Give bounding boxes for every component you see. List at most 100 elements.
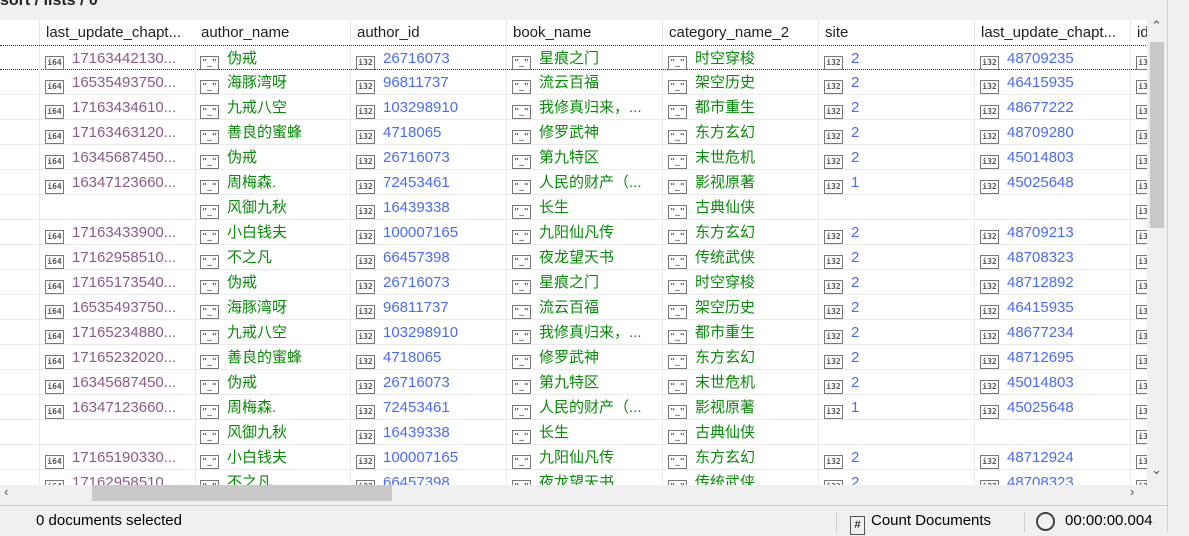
row-gutter[interactable] <box>0 170 40 195</box>
table-row[interactable]: i6417162958510..."_"不之凡i3266457398"_"夜龙望… <box>0 245 1147 270</box>
table-cell[interactable]: i32 2 <box>819 295 975 320</box>
horizontal-scrollbar[interactable]: ‹ › <box>0 484 1147 501</box>
results-grid[interactable]: last_update_chapt... author_name author_id… <box>0 20 1147 485</box>
row-gutter[interactable] <box>0 395 40 420</box>
row-gutter[interactable] <box>0 370 40 395</box>
column-header[interactable]: last_update_chapt... <box>40 20 196 45</box>
table-cell[interactable]: i32 2 <box>819 95 975 120</box>
table-cell[interactable]: "_" 流云百福 <box>507 70 663 95</box>
table-cell[interactable]: i32 <box>1131 320 1147 345</box>
table-cell[interactable]: "_" 流云百福 <box>507 295 663 320</box>
table-cell[interactable]: i32 <box>1131 470 1147 485</box>
table-cell[interactable]: i64 16345687450... <box>40 145 196 170</box>
table-cell[interactable]: "_" 古典仙侠 <box>663 420 819 445</box>
table-cell[interactable]: "_" 时空穿梭 <box>663 46 819 71</box>
table-cell[interactable]: i32 46415935 <box>975 70 1131 95</box>
table-cell[interactable]: i32 2 <box>819 46 975 71</box>
table-cell[interactable]: "_" 第九特区 <box>507 370 663 395</box>
table-cell[interactable]: "_" 第九特区 <box>507 145 663 170</box>
table-cell[interactable]: "_" 人民的财产（... <box>507 395 663 420</box>
table-cell[interactable]: i32 2 <box>819 345 975 370</box>
table-cell[interactable]: i32 <box>1131 120 1147 145</box>
table-cell[interactable]: i64 17163442130... <box>40 46 196 71</box>
table-row[interactable]: "_" 风御九秋 i32 16439338 "_" 长生 "_" 古典仙侠 i32 <box>0 420 1147 445</box>
scroll-up-icon[interactable]: ⌃ <box>1151 18 1162 34</box>
table-cell[interactable]: "_" 修罗武神 <box>507 120 663 145</box>
row-gutter[interactable] <box>0 245 40 270</box>
row-gutter[interactable] <box>0 20 40 45</box>
table-cell[interactable]: i32 48712892 <box>975 270 1131 295</box>
table-cell[interactable]: "_" 影视原著 <box>663 395 819 420</box>
table-row[interactable]: i64 17163433900... "_" 小白钱夫 i32 100007165 "_" 九… <box>0 220 1147 245</box>
table-row[interactable]: i6417162958510..."_"不之凡i3266457398"_"夜龙望… <box>0 470 1147 485</box>
table-cell[interactable]: i32 1 <box>819 170 975 195</box>
table-cell[interactable]: "_"夜龙望天书 <box>507 470 663 485</box>
table-cell[interactable]: i32 48677222 <box>975 95 1131 120</box>
table-cell[interactable]: i32 2 <box>819 120 975 145</box>
table-cell[interactable]: i32 45014803 <box>975 370 1131 395</box>
table-cell[interactable]: "_" 东方玄幻 <box>663 445 819 470</box>
table-cell[interactable]: i3266457398 <box>351 470 507 485</box>
table-cell[interactable]: i32 2 <box>819 370 975 395</box>
table-cell[interactable] <box>975 195 1131 220</box>
table-cell[interactable]: i32 <box>1131 445 1147 470</box>
table-cell[interactable]: i32 <box>1131 220 1147 245</box>
table-cell[interactable]: "_" 九阳仙凡传 <box>507 445 663 470</box>
table-cell[interactable]: i32 45025648 <box>975 170 1131 195</box>
scroll-down-icon[interactable]: ⌄ <box>1151 462 1162 478</box>
table-cell[interactable]: "_" 东方玄幻 <box>663 120 819 145</box>
table-cell[interactable]: i64 17163434610... <box>40 95 196 120</box>
table-cell[interactable]: i64 17165232020... <box>40 345 196 370</box>
table-cell[interactable]: i32 4718065 <box>351 120 507 145</box>
table-cell[interactable]: i32 <box>1131 420 1147 445</box>
table-cell[interactable]: i64 16345687450... <box>40 370 196 395</box>
table-row[interactable]: "_" 风御九秋 i32 16439338 "_" 长生 "_" 古典仙侠 i32 <box>0 195 1147 220</box>
row-gutter[interactable] <box>0 420 40 445</box>
table-cell[interactable]: "_" 周梅森. <box>195 395 351 420</box>
table-cell[interactable]: "_" 长生 <box>507 195 663 220</box>
table-cell[interactable]: i32 26716073 <box>351 270 507 295</box>
table-cell[interactable]: "_" 我修真归来，... <box>507 95 663 120</box>
table-cell[interactable]: "_" 传统武侠 <box>663 245 819 270</box>
table-cell[interactable]: i32 48709235 <box>975 46 1131 71</box>
table-cell[interactable]: i32 46415935 <box>975 295 1131 320</box>
table-cell[interactable]: "_" 我修真归来，... <box>507 320 663 345</box>
table-cell[interactable]: i32 100007165 <box>351 445 507 470</box>
table-cell[interactable]: "_" 善良的蜜蜂 <box>195 120 351 145</box>
table-cell[interactable]: i32 48677234 <box>975 320 1131 345</box>
table-cell[interactable]: "_" 人民的财产（... <box>507 170 663 195</box>
table-cell[interactable]: i32 <box>1131 295 1147 320</box>
table-cell[interactable]: i32 26716073 <box>351 145 507 170</box>
table-cell[interactable]: "_"夜龙望天书 <box>507 245 663 270</box>
row-gutter[interactable] <box>0 345 40 370</box>
table-cell[interactable]: i32 16439338 <box>351 420 507 445</box>
table-cell[interactable]: i3248708323 <box>975 245 1131 270</box>
table-cell[interactable]: "_" 都市重生 <box>663 320 819 345</box>
row-gutter[interactable] <box>0 445 40 470</box>
table-row[interactable]: i64 17163442130... "_" 伪戒 i32 26716073 "_" 星痕之门… <box>0 45 1147 71</box>
table-cell[interactable] <box>819 195 975 220</box>
table-row[interactable]: i64 17163434610... "_" 九戒八空 i32 103298910 "_" 我… <box>0 95 1147 120</box>
table-cell[interactable]: "_" 风御九秋 <box>195 195 351 220</box>
table-cell[interactable] <box>40 420 196 445</box>
table-cell[interactable]: i32 103298910 <box>351 95 507 120</box>
row-gutter[interactable] <box>0 295 40 320</box>
table-cell[interactable]: "_" 东方玄幻 <box>663 220 819 245</box>
table-cell[interactable]: "_" 伪戒 <box>195 270 351 295</box>
table-cell[interactable]: i32 2 <box>819 145 975 170</box>
table-cell[interactable]: i3266457398 <box>351 245 507 270</box>
table-cell[interactable]: i64 17165234880... <box>40 320 196 345</box>
table-cell[interactable]: "_" 善良的蜜蜂 <box>195 345 351 370</box>
table-row[interactable]: i64 17165232020... "_" 善良的蜜蜂 i32 4718065 "_" 修罗… <box>0 345 1147 370</box>
table-cell[interactable]: i32 <box>1131 245 1147 270</box>
table-cell[interactable]: i32 <box>1131 345 1147 370</box>
table-cell[interactable]: i6417162958510... <box>40 470 196 485</box>
table-cell[interactable] <box>819 420 975 445</box>
table-cell[interactable]: i32 <box>1131 70 1147 95</box>
table-cell[interactable]: i32 2 <box>819 245 975 270</box>
column-header[interactable]: category_name_2 <box>663 20 819 45</box>
table-cell[interactable]: i32 1 <box>819 395 975 420</box>
horizontal-scroll-thumb[interactable] <box>92 485 392 501</box>
table-cell[interactable]: i3248708323 <box>975 470 1131 485</box>
table-cell[interactable]: "_" 古典仙侠 <box>663 195 819 220</box>
